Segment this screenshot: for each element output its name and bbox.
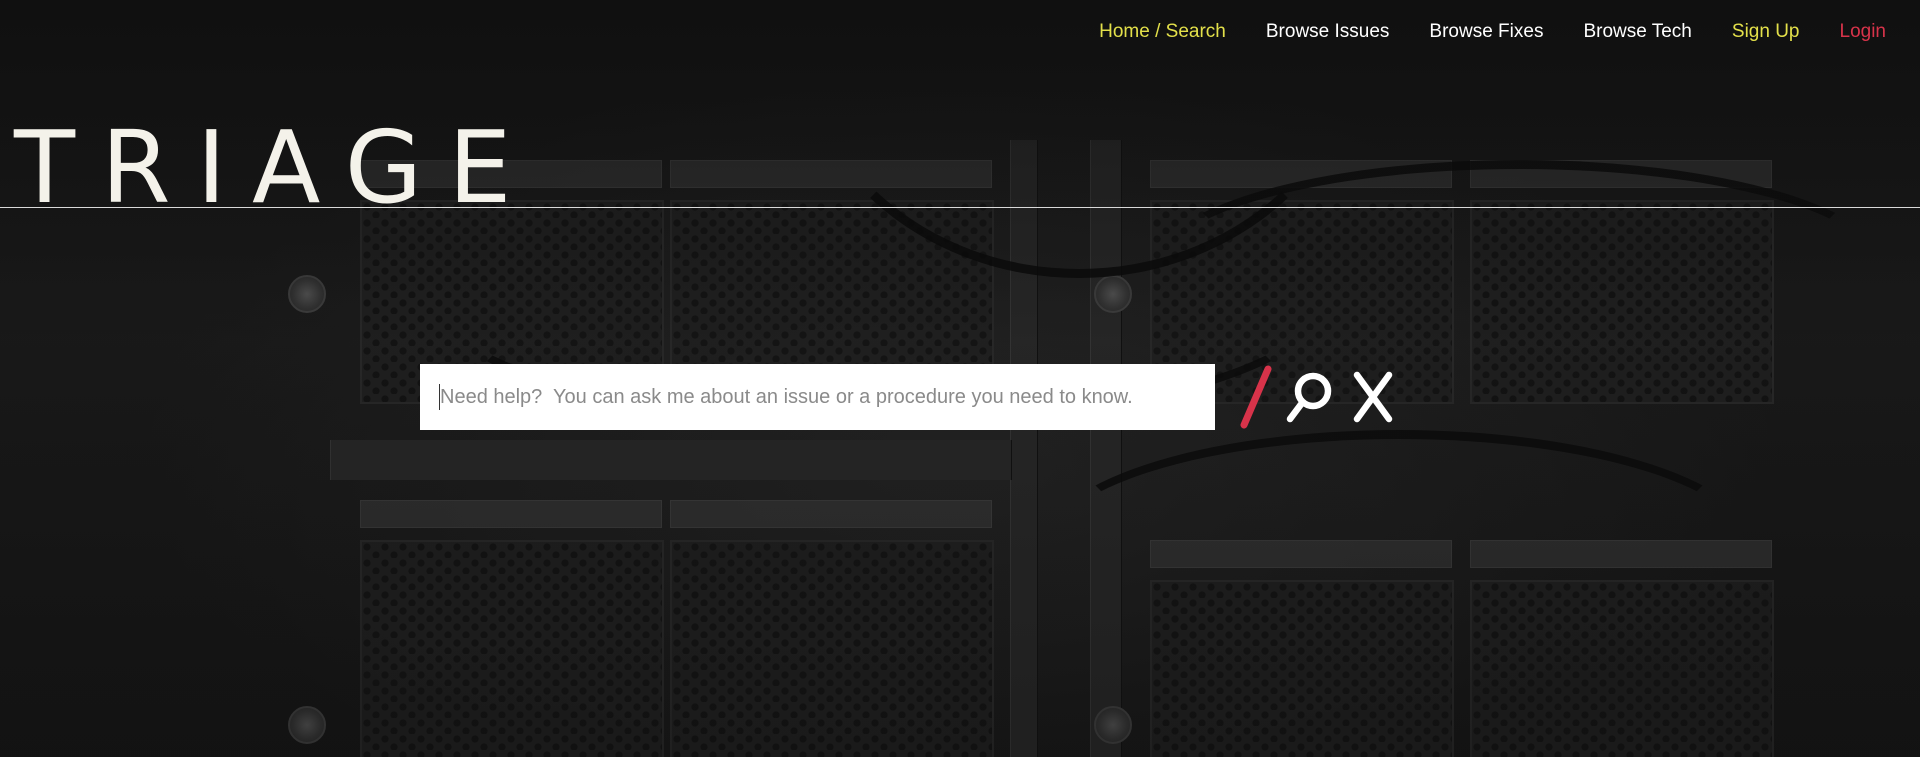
search-box [420, 364, 1215, 430]
text-caret [439, 384, 440, 410]
close-icon[interactable] [1342, 362, 1404, 432]
nav-home-search[interactable]: Home / Search [1079, 20, 1246, 44]
nav-login[interactable]: Login [1820, 20, 1887, 44]
search-input[interactable] [420, 364, 1215, 430]
page: Home / Search Browse Issues Browse Fixes… [0, 0, 1920, 757]
top-nav: Home / Search Browse Issues Browse Fixes… [1079, 20, 1886, 44]
slash-icon [1232, 362, 1280, 432]
magnifier-icon[interactable] [1280, 362, 1342, 432]
header-divider [0, 207, 1920, 208]
site-logo[interactable]: TRIAGE [14, 118, 537, 218]
search-actions [1232, 362, 1404, 432]
nav-browse-tech[interactable]: Browse Tech [1563, 20, 1711, 44]
nav-browse-issues[interactable]: Browse Issues [1246, 20, 1410, 44]
nav-sign-up[interactable]: Sign Up [1712, 20, 1820, 44]
nav-browse-fixes[interactable]: Browse Fixes [1409, 20, 1563, 44]
